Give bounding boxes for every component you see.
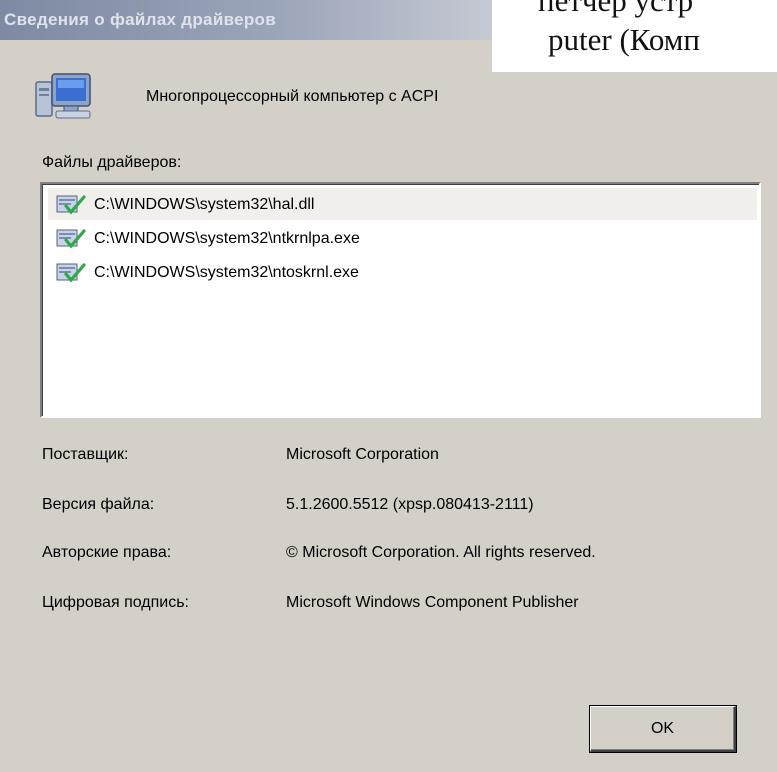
digital-signature-value: Microsoft Windows Component Publisher bbox=[286, 594, 579, 611]
driver-files-list[interactable]: C:\WINDOWS\system32\hal.dll C:\WINDOWS\s… bbox=[40, 182, 761, 418]
provider-label: Поставщик: bbox=[42, 446, 129, 463]
driver-file-item[interactable]: C:\WINDOWS\system32\ntkrnlpa.exe bbox=[48, 222, 757, 254]
copyright-value: © Microsoft Corporation. All rights rese… bbox=[286, 544, 596, 561]
ok-button[interactable]: OK bbox=[590, 706, 736, 752]
digital-signature-label: Цифровая подпись: bbox=[42, 594, 189, 611]
copyright-label: Авторские права: bbox=[42, 544, 172, 561]
driver-file-details-dialog: Сведения о файлах драйверов петчер устр … bbox=[0, 0, 777, 772]
slide-text-line-2: puter (Комп bbox=[548, 22, 701, 57]
slide-text-line-1: петчер устр bbox=[538, 0, 694, 18]
driver-files-label: Файлы драйверов: bbox=[42, 154, 182, 171]
signed-driver-file-icon bbox=[56, 263, 86, 283]
driver-file-name: C:\WINDOWS\system32\hal.dll bbox=[94, 196, 315, 213]
driver-file-item[interactable]: C:\WINDOWS\system32\ntoskrnl.exe bbox=[48, 256, 757, 288]
file-version-value: 5.1.2600.5512 (xpsp.080413-2111) bbox=[286, 496, 534, 513]
slide-text-fragment: петчер устр puter (Комп bbox=[492, 0, 777, 72]
device-name: Многопроцессорный компьютер с ACPI bbox=[146, 88, 439, 105]
file-version-label: Версия файла: bbox=[42, 496, 155, 513]
signed-driver-file-icon bbox=[56, 229, 86, 249]
driver-file-item[interactable]: C:\WINDOWS\system32\hal.dll bbox=[48, 188, 757, 220]
driver-file-name: C:\WINDOWS\system32\ntkrnlpa.exe bbox=[94, 230, 360, 247]
dialog-title: Сведения о файлах драйверов bbox=[4, 10, 276, 29]
computer-icon bbox=[35, 73, 91, 119]
dialog-titlebar[interactable]: Сведения о файлах драйверов bbox=[0, 0, 492, 40]
provider-value: Microsoft Corporation bbox=[286, 446, 439, 463]
driver-file-name: C:\WINDOWS\system32\ntoskrnl.exe bbox=[94, 264, 359, 281]
signed-driver-file-icon bbox=[56, 195, 86, 215]
